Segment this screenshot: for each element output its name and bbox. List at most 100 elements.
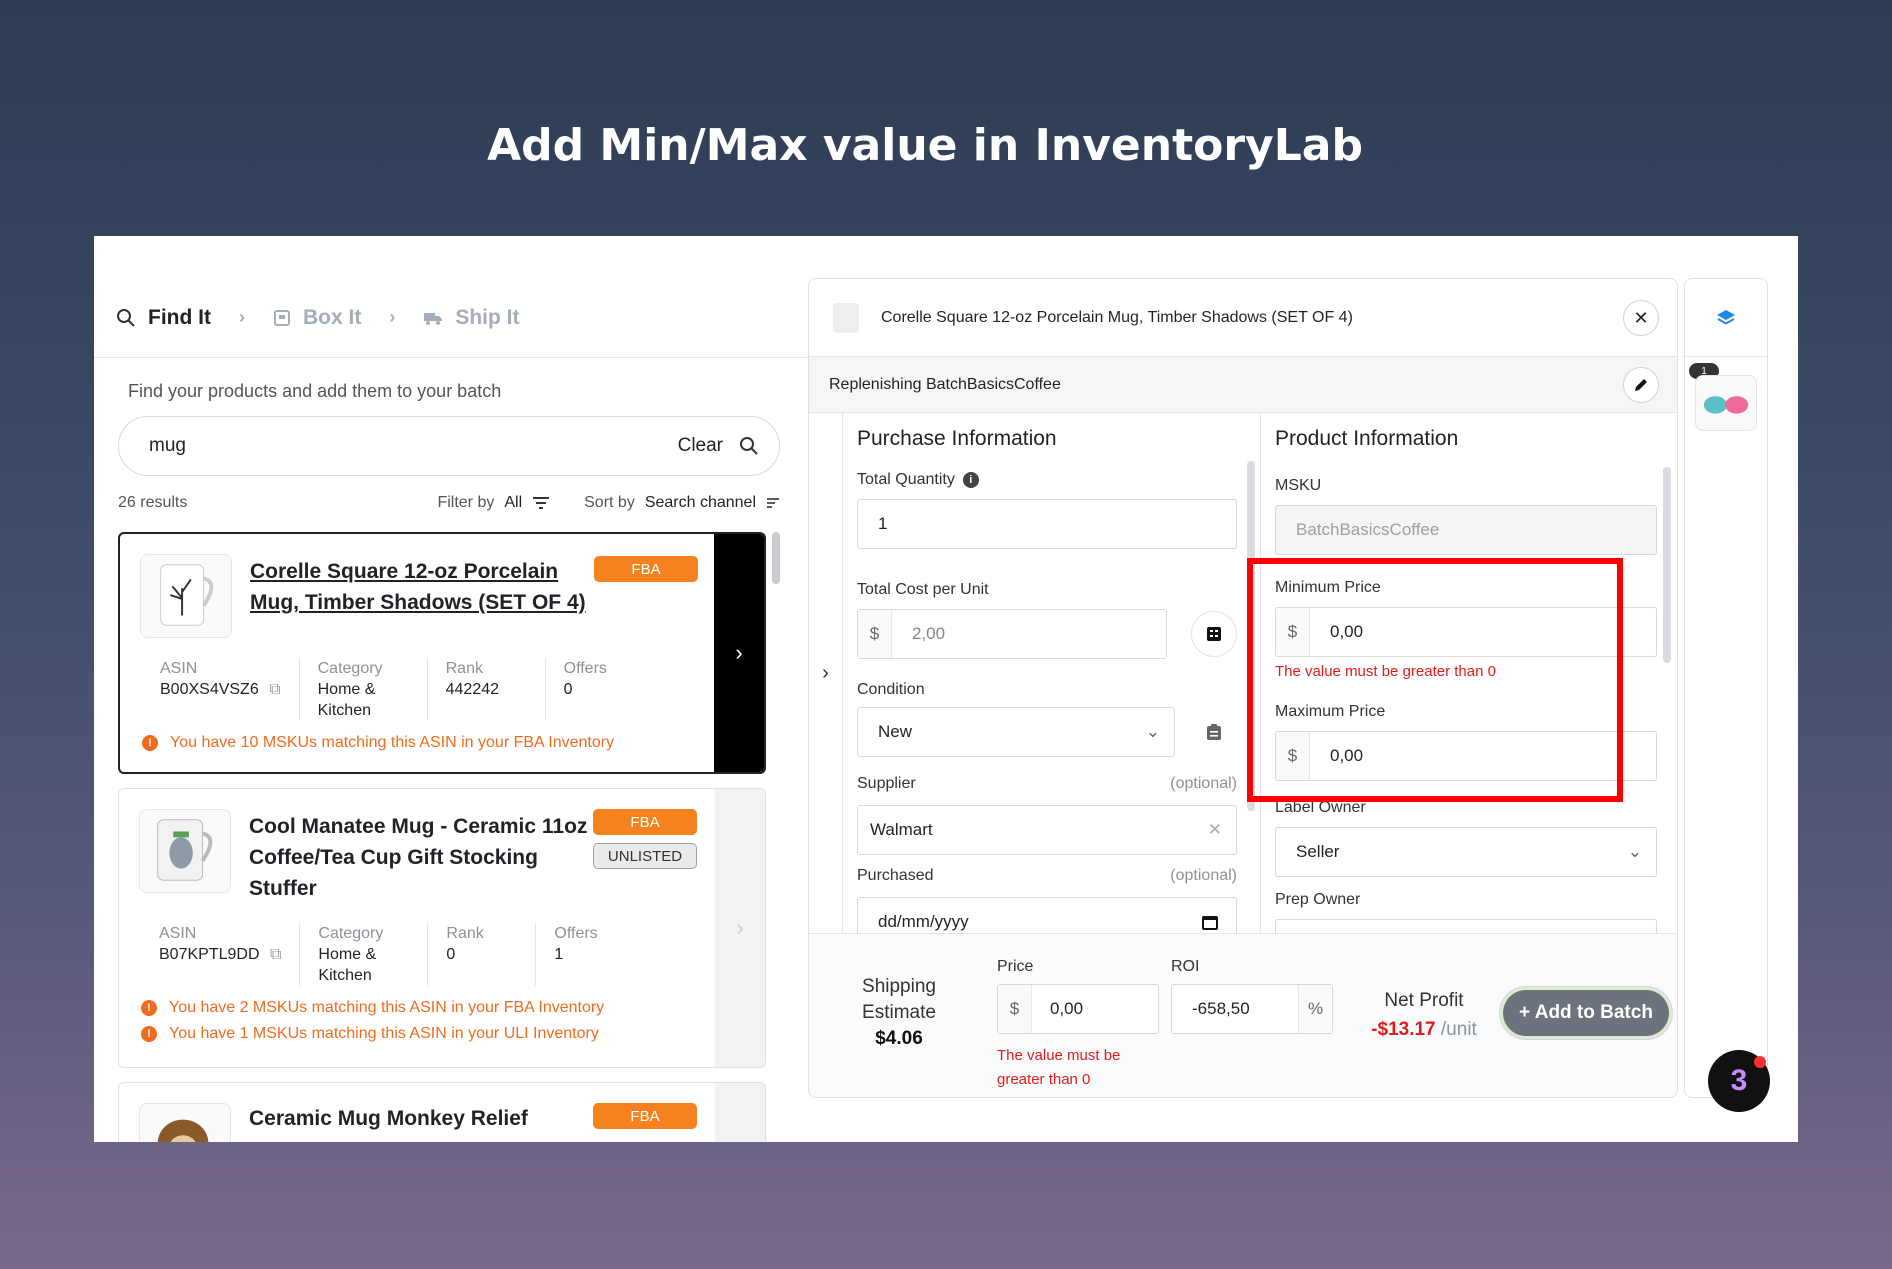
- condition-select[interactable]: New ⌄: [857, 707, 1175, 757]
- total-quantity-label: Total Quantity i: [857, 471, 979, 489]
- condition-notes-button[interactable]: [1191, 709, 1237, 755]
- product-card-1[interactable]: Corelle Square 12-oz Porcelain Mug, Timb…: [118, 532, 766, 774]
- supplier-value: Walmart: [870, 820, 933, 839]
- product-meta: ASIN B00XS4VSZ6 ⧉ Category Home & Kitche…: [160, 658, 643, 721]
- asin-label: ASIN: [159, 925, 197, 942]
- batch-item-thumbnail[interactable]: [1695, 375, 1757, 431]
- offers-col: Offers 0: [564, 658, 625, 721]
- info-icon[interactable]: i: [962, 472, 979, 488]
- condition-value: New: [878, 722, 913, 741]
- net-profit-label: Net Profit: [1384, 990, 1464, 1011]
- min-price-label: Minimum Price: [1275, 579, 1381, 596]
- search-value[interactable]: mug: [149, 435, 678, 457]
- purchase-heading: Purchase Information: [857, 427, 1057, 450]
- filter-icon: [533, 497, 550, 509]
- open-product-button[interactable]: ›: [714, 534, 764, 772]
- rank-label: Rank: [445, 660, 483, 677]
- notification-dot: [1754, 1056, 1766, 1068]
- prep-owner-select[interactable]: [1275, 919, 1657, 933]
- max-price-input[interactable]: $ 0,00: [1275, 731, 1657, 781]
- layers-icon: [1717, 309, 1735, 325]
- app-window: Find It › Box It › Ship It Find your pro…: [94, 236, 1798, 1142]
- batch-name: Replenishing BatchBasicsCoffee: [829, 375, 1061, 393]
- calendar-icon[interactable]: [1202, 914, 1218, 930]
- product-card-3[interactable]: Ceramic Mug Monkey Relief FBA: [118, 1082, 766, 1142]
- msku-value: BatchBasicsCoffee: [1296, 520, 1440, 539]
- close-button[interactable]: ✕: [1623, 300, 1659, 336]
- offers-col: Offers 1: [554, 923, 615, 986]
- purchased-date-placeholder: dd/mm/yyyy: [878, 912, 969, 931]
- min-price-input[interactable]: $ 0,00: [1275, 607, 1657, 657]
- asin-value: B07KPTL9DD ⧉: [159, 946, 282, 963]
- box-icon: [273, 309, 290, 326]
- total-quantity-input[interactable]: 1: [857, 499, 1237, 549]
- net-profit: Net Profit -$13.17 /unit: [1359, 986, 1489, 1044]
- offers-value: 0: [563, 681, 573, 698]
- step-find-it[interactable]: Find It: [116, 306, 211, 330]
- search-hint: Find your products and add them to your …: [128, 381, 502, 401]
- open-product-button[interactable]: [715, 1083, 765, 1142]
- copy-icon[interactable]: ⧉: [269, 681, 280, 698]
- price-input[interactable]: $ 0,00: [997, 984, 1159, 1034]
- detail-title: Corelle Square 12-oz Porcelain Mug, Timb…: [881, 308, 1353, 326]
- batch-sidebar: 1: [1684, 278, 1768, 1098]
- product-heading: Product Information: [1275, 427, 1459, 450]
- roi-input[interactable]: -658,50 %: [1171, 984, 1333, 1034]
- product-card-2[interactable]: Cool Manatee Mug - Ceramic 11oz Coffee/T…: [118, 788, 766, 1068]
- inventory-warning: ! You have 2 MSKUs matching this ASIN in…: [141, 999, 604, 1017]
- label-owner-select[interactable]: Seller ⌄: [1275, 827, 1657, 877]
- sort-control[interactable]: Sort by Search channel: [584, 494, 780, 512]
- clear-button[interactable]: Clear: [678, 435, 723, 457]
- rank-value: 442242: [445, 681, 500, 698]
- pricing-footer: Shipping Estimate $4.06 Price $ 0,00 The…: [809, 933, 1677, 1097]
- currency-prefix: $: [1276, 732, 1310, 780]
- category-value: Home & Kitchen: [317, 681, 376, 719]
- add-to-batch-button[interactable]: + Add to Batch: [1503, 990, 1669, 1036]
- msku-input[interactable]: BatchBasicsCoffee: [1275, 505, 1657, 555]
- chevron-right-icon: ›: [736, 915, 744, 940]
- total-cost-placeholder: 2,00: [912, 624, 946, 643]
- search-icon[interactable]: [739, 436, 759, 456]
- roi-value: -658,50: [1192, 999, 1250, 1018]
- sort-icon: [767, 498, 779, 508]
- copy-icon[interactable]: ⧉: [270, 946, 281, 963]
- layers-button[interactable]: [1685, 279, 1767, 357]
- roi-label: ROI: [1171, 958, 1200, 975]
- step-box-it[interactable]: Box It: [273, 306, 361, 330]
- supplier-input[interactable]: Walmart ✕: [857, 805, 1237, 855]
- edit-batch-button[interactable]: [1623, 367, 1659, 403]
- chat-logo-icon: 3: [1730, 1064, 1748, 1097]
- label-owner-label: Label Owner: [1275, 799, 1366, 816]
- product-title[interactable]: Cool Manatee Mug - Ceramic 11oz Coffee/T…: [249, 811, 599, 904]
- category-label: Category: [318, 925, 384, 942]
- calculator-button[interactable]: [1191, 611, 1237, 657]
- product-title[interactable]: Ceramic Mug Monkey Relief: [249, 1103, 599, 1134]
- net-profit-value: -$13.17: [1371, 1019, 1436, 1040]
- max-price-value: 0,00: [1330, 746, 1364, 765]
- clear-icon[interactable]: ✕: [1208, 820, 1222, 840]
- offers-label: Offers: [554, 925, 598, 942]
- product-scrollbar[interactable]: [1663, 467, 1671, 663]
- condition-label: Condition: [857, 681, 925, 698]
- filter-control[interactable]: Filter by All: [437, 494, 550, 512]
- product-title[interactable]: Corelle Square 12-oz Porcelain Mug, Timb…: [250, 556, 600, 618]
- total-cost-input[interactable]: $ 2,00: [857, 609, 1167, 659]
- rank-value: 0: [446, 946, 456, 963]
- open-product-button[interactable]: ›: [715, 789, 765, 1067]
- total-cost-label: Total Cost per Unit: [857, 581, 989, 598]
- expand-toggle[interactable]: ›: [809, 413, 843, 933]
- chat-widget-button[interactable]: 3: [1708, 1050, 1770, 1112]
- step-ship-it[interactable]: Ship It: [423, 306, 520, 330]
- results-scrollbar[interactable]: [772, 532, 780, 584]
- sort-value: Search channel: [644, 494, 756, 511]
- warning-icon: !: [142, 735, 158, 751]
- inventory-warning: ! You have 10 MSKUs matching this ASIN i…: [142, 734, 614, 752]
- offers-label: Offers: [563, 660, 607, 677]
- prep-owner-label: Prep Owner: [1275, 891, 1361, 908]
- purchased-date-input[interactable]: dd/mm/yyyy: [857, 897, 1237, 933]
- search-input[interactable]: mug Clear: [118, 416, 780, 476]
- sort-label: Sort by: [584, 494, 635, 511]
- asin-col: ASIN B00XS4VSZ6 ⧉: [160, 658, 300, 721]
- purchase-scrollbar[interactable]: [1247, 461, 1255, 811]
- asin-col: ASIN B07KPTL9DD ⧉: [159, 923, 301, 986]
